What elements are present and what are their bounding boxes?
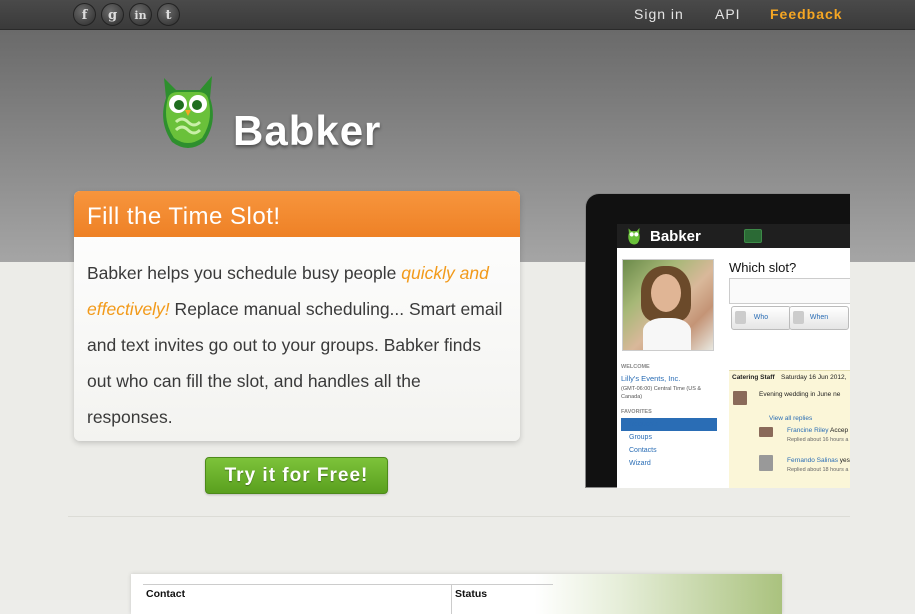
feed-description: Evening wedding in June ne bbox=[759, 391, 841, 398]
owl-logo-icon bbox=[628, 227, 640, 245]
favorites-label: FAVORITES bbox=[621, 409, 652, 415]
avatar bbox=[759, 427, 773, 437]
avatar bbox=[733, 391, 747, 405]
facebook-icon[interactable]: f bbox=[73, 3, 96, 26]
sidebar-item-wizard: Wizard bbox=[629, 460, 651, 467]
account-name: Lilly's Events, Inc. bbox=[621, 374, 681, 383]
timezone-text: (GMT-06:00) Central Time (US & Canada) bbox=[621, 386, 702, 400]
google-icon[interactable]: g bbox=[101, 3, 124, 26]
preview-feed: Catering Staff Saturday 16 Jun 2012, Eve… bbox=[729, 370, 850, 488]
twitter-icon[interactable]: t bbox=[157, 3, 180, 26]
preview-header: Babker bbox=[617, 224, 850, 248]
sign-in-link[interactable]: Sign in bbox=[634, 6, 684, 22]
linkedin-icon[interactable]: in bbox=[129, 3, 152, 26]
hero-title: Fill the Time Slot! bbox=[74, 191, 520, 237]
contacts-table: Contact Status bbox=[131, 574, 782, 614]
sidebar-item-groups: Groups bbox=[629, 434, 652, 441]
reply-row: Fernando Salinas yes bbox=[787, 457, 850, 464]
reply-time: Replied about 16 hours a bbox=[787, 437, 849, 443]
preview-question: Which slot? bbox=[729, 260, 797, 275]
reply-row: Francine Riley Accep bbox=[787, 427, 849, 434]
section-divider bbox=[68, 516, 850, 517]
avatar bbox=[759, 455, 773, 471]
feedback-link[interactable]: Feedback bbox=[770, 6, 843, 22]
hero-card: Fill the Time Slot! Babker helps you sch… bbox=[74, 191, 520, 441]
sidebar-item-contacts: Contacts bbox=[629, 447, 657, 454]
feed-header: Catering Staff bbox=[732, 374, 775, 381]
api-link[interactable]: API bbox=[715, 6, 741, 22]
view-replies-link: View all replies bbox=[769, 415, 813, 422]
preview-sidebar: WELCOME Lilly's Events, Inc. (GMT-06:00)… bbox=[621, 364, 717, 470]
brand-name: Babker bbox=[233, 107, 382, 154]
profile-photo bbox=[622, 259, 714, 351]
app-preview-screen: Babker Which slot? Who When WELCOME Lill… bbox=[617, 224, 850, 488]
top-bar: f g in t Sign in API Feedback bbox=[0, 0, 915, 30]
preview-slot-input bbox=[729, 278, 850, 304]
hero-description: Babker helps you schedule busy people qu… bbox=[74, 237, 520, 435]
feed-date: Saturday 16 Jun 2012, bbox=[781, 374, 847, 381]
preview-when-button: When bbox=[789, 306, 849, 330]
welcome-label: WELCOME bbox=[621, 364, 650, 370]
reply-time: Replied about 18 hours a bbox=[787, 467, 849, 473]
sidebar-item-requests: Requests bbox=[621, 418, 717, 431]
owl-logo-icon bbox=[163, 76, 213, 148]
column-header-status: Status bbox=[455, 588, 488, 600]
preview-brand: Babker bbox=[650, 228, 701, 245]
preview-menu-icon bbox=[744, 229, 762, 243]
try-free-button[interactable]: Try it for Free! bbox=[205, 457, 388, 494]
preview-who-button: Who bbox=[731, 306, 791, 330]
column-header-contact: Contact bbox=[146, 588, 186, 600]
hero-text-start: Babker helps you schedule busy people bbox=[87, 263, 402, 283]
